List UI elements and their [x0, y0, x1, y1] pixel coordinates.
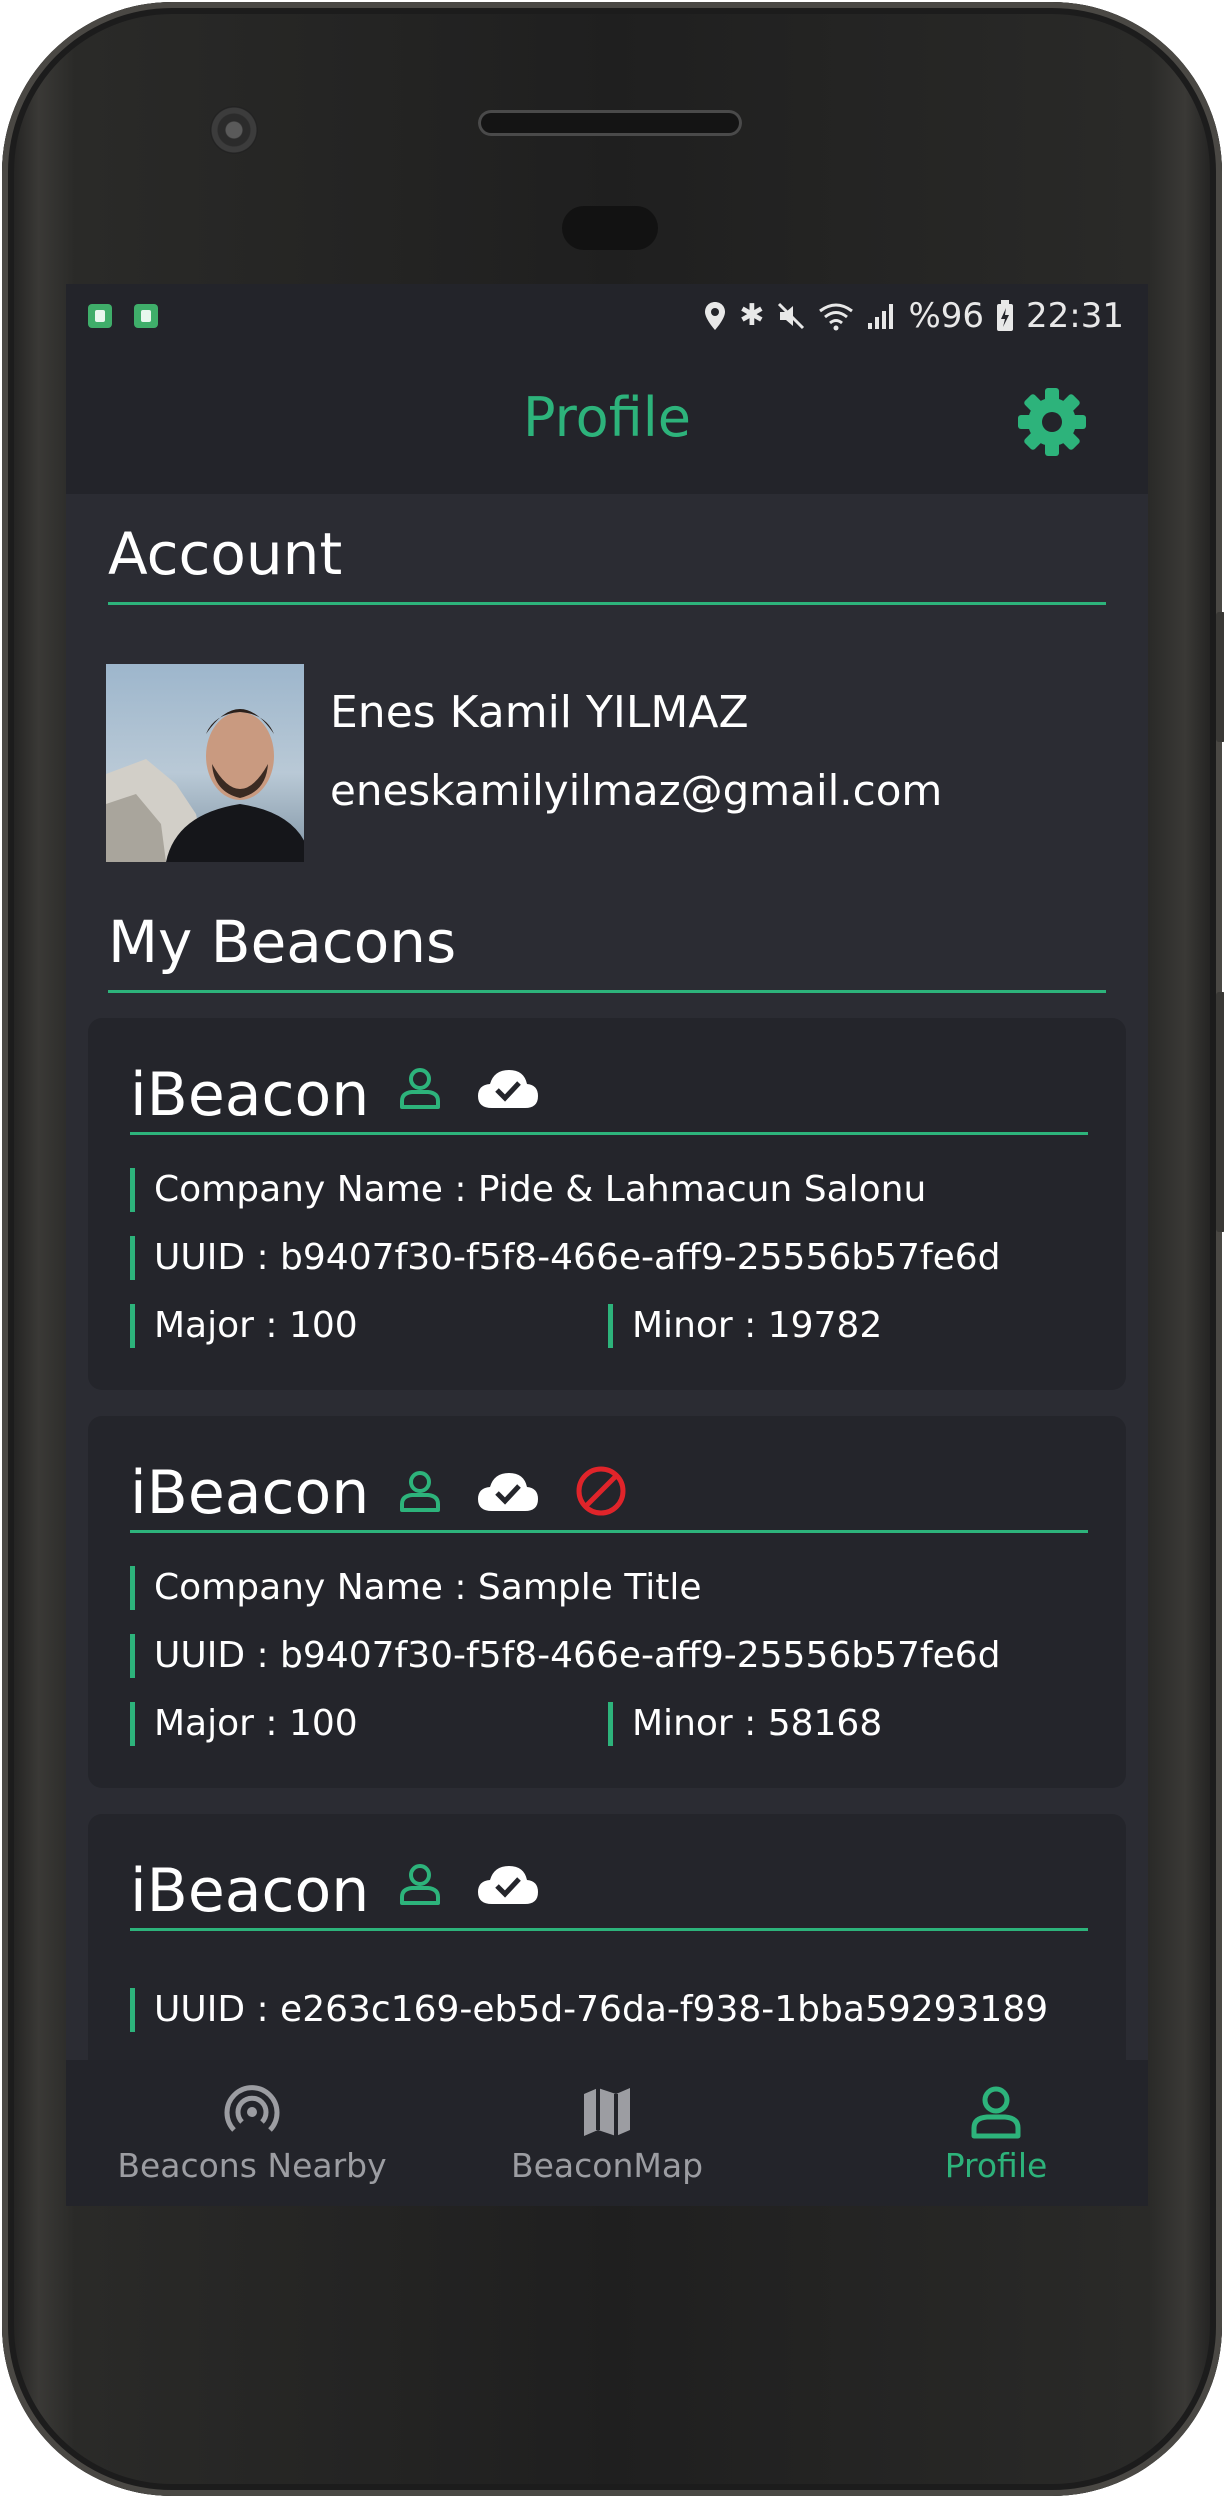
- beacon-divider: [130, 1132, 1088, 1135]
- my-beacons-divider: [108, 990, 1106, 993]
- beacon-status-icons: [398, 1066, 540, 1110]
- front-camera: [210, 106, 258, 154]
- beacon-status-icons: [398, 1862, 540, 1906]
- user-name: Enes Kamil YILMAZ: [330, 687, 749, 738]
- beacon-divider: [130, 1928, 1088, 1931]
- blocked-icon: [576, 1466, 626, 1516]
- beacon-uuid: UUID : b9407f30-f5f8-466e-aff9-25556b57f…: [130, 1634, 1001, 1678]
- notification-icon: [88, 304, 112, 328]
- beacon-type: iBeacon: [130, 1856, 370, 1926]
- map-icon: [584, 2088, 630, 2136]
- nav-beaconmap[interactable]: BeaconMap: [472, 2084, 742, 2185]
- beacon-minor: Minor : 58168: [608, 1702, 882, 1746]
- my-beacons-heading: My Beacons: [108, 908, 457, 976]
- cloud-check-icon: [478, 1473, 538, 1511]
- beacon-type: iBeacon: [130, 1458, 370, 1528]
- power-button: [1216, 992, 1224, 1232]
- location-icon: [705, 302, 726, 330]
- beacon-card[interactable]: iBeacon Company Name: Sample Title UUID…: [88, 1416, 1126, 1788]
- beacon-status-icons: [398, 1464, 628, 1518]
- volume-button: [1216, 612, 1224, 742]
- avatar: [106, 664, 304, 862]
- status-indicators: ✱ %96 22:31: [703, 294, 1124, 338]
- person-icon: [400, 1864, 440, 1905]
- beacon-minor: Minor : 19782: [608, 1304, 882, 1348]
- earpiece-speaker: [478, 110, 742, 136]
- nav-label: Beacons Nearby: [117, 2146, 387, 2185]
- company-name: Company Name : Pide & Lahmacun Salonu: [130, 1168, 926, 1212]
- cloud-check-icon: [478, 1866, 538, 1904]
- battery-icon: [997, 300, 1014, 331]
- nav-label: Profile: [944, 2146, 1048, 2185]
- profile-content[interactable]: Account Enes Kamil YILMAZ eneskamilyilma…: [66, 494, 1148, 2060]
- app-screen: ✱ %96 22:31 Profile Account Enes Kamil Y…: [66, 284, 1148, 2206]
- beacon-card[interactable]: iBeacon UUID : e263c169-eb5d-76da-f938-1…: [88, 1814, 1126, 2060]
- user-email: eneskamilyilmaz@gmail.com: [330, 766, 943, 815]
- bluetooth-icon: ✱: [739, 298, 765, 333]
- mute-icon: [778, 302, 805, 330]
- account-heading: Account: [108, 520, 343, 588]
- beacon-type: iBeacon: [130, 1060, 370, 1130]
- person-icon: [400, 1068, 440, 1109]
- status-bar: ✱ %96 22:31: [66, 284, 1148, 348]
- company-name: Company Name : Sample Title: [130, 1566, 702, 1610]
- notification-icon: [134, 304, 158, 328]
- clock: 22:31: [1026, 296, 1124, 336]
- proximity-sensor: [562, 206, 658, 250]
- beacon-uuid: UUID : b9407f30-f5f8-466e-aff9-25556b57f…: [130, 1236, 1001, 1280]
- page-title: Profile: [523, 386, 691, 449]
- nav-beacons-nearby[interactable]: Beacons Nearby: [104, 2084, 400, 2185]
- account-divider: [108, 602, 1106, 605]
- phone-frame: ✱ %96 22:31 Profile Account Enes Kamil Y…: [2, 2, 1224, 2496]
- beacon-uuid: UUID : e263c169-eb5d-76da-f938-1bba59293…: [130, 1988, 1048, 2032]
- beacon-major: Major : 100: [130, 1304, 358, 1348]
- cloud-check-icon: [478, 1070, 538, 1108]
- beacon-divider: [130, 1530, 1088, 1533]
- nav-profile[interactable]: Profile: [906, 2084, 1086, 2185]
- person-icon: [971, 2086, 1021, 2139]
- nav-label: BeaconMap: [510, 2146, 704, 2185]
- beacon-card[interactable]: iBeacon Company Name : Pide & Lahmacun S…: [88, 1018, 1126, 1390]
- person-icon: [400, 1471, 440, 1512]
- wifi-icon: [819, 303, 854, 331]
- radar-icon: [224, 2085, 280, 2132]
- settings-gear-icon[interactable]: [1016, 386, 1088, 458]
- notification-icons: [88, 304, 158, 328]
- battery-percent: %96: [908, 296, 985, 336]
- app-bar: Profile: [66, 348, 1148, 494]
- beacon-major: Major : 100: [130, 1702, 358, 1746]
- signal-icon: [868, 304, 894, 329]
- bottom-navigation: Beacons Nearby BeaconMap Profile: [66, 2060, 1148, 2206]
